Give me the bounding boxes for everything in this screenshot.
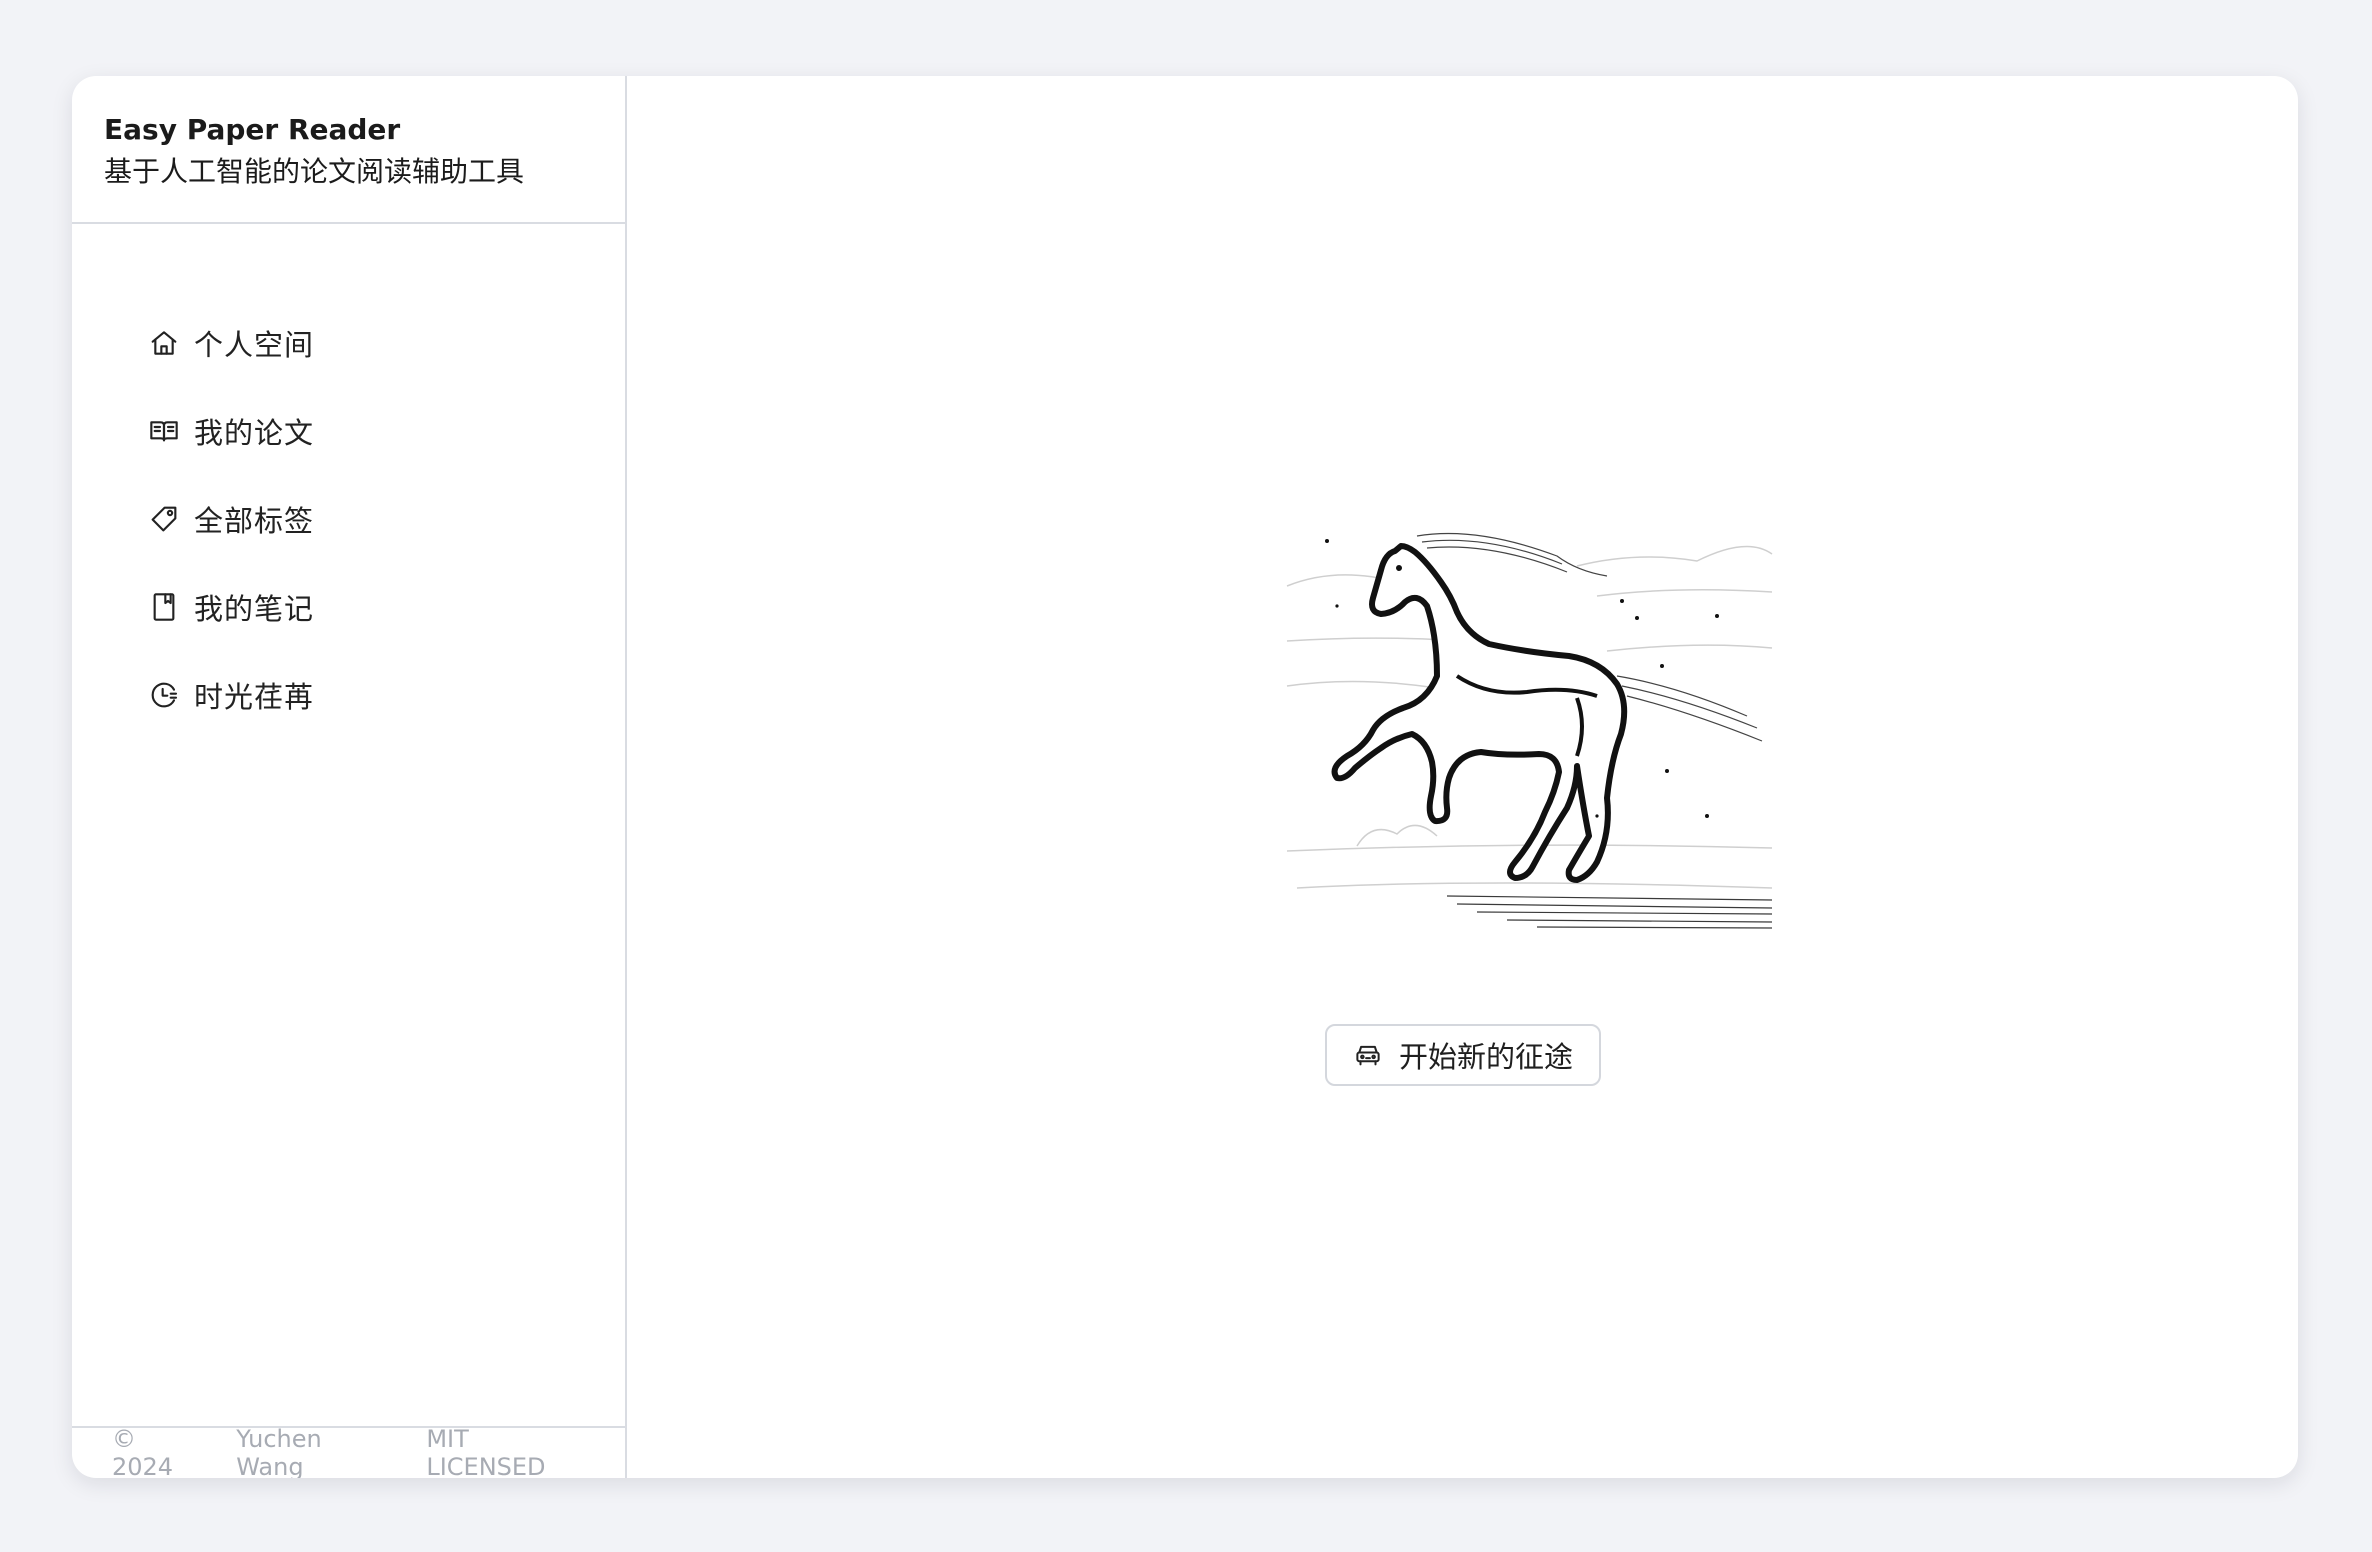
sidebar-item-personal-space[interactable]: 个人空间 [148, 299, 568, 387]
sidebar-item-history[interactable]: 时光荏苒 [148, 651, 568, 739]
sidebar-footer: © 2024 Yuchen Wang MIT LICENSED [72, 1425, 625, 1478]
home-icon [148, 327, 180, 359]
sidebar-item-all-tags[interactable]: 全部标签 [148, 475, 568, 563]
brand-header: Easy Paper Reader 基于人工智能的论文阅读辅助工具 [72, 76, 625, 224]
notebook-icon [148, 591, 180, 623]
footer-copyright: © 2024 [112, 1425, 174, 1478]
history-icon [148, 679, 180, 711]
sidebar-item-label: 个人空间 [194, 328, 315, 362]
book-icon [148, 415, 180, 447]
sidebar-item-label: 全部标签 [194, 504, 315, 538]
main-content: 开始新的征途 [627, 76, 2298, 1478]
sidebar-item-label: 我的论文 [194, 416, 315, 450]
sidebar-nav: 个人空间 我的论文 全部标签 我的笔记 时光荏苒 [148, 299, 568, 739]
app-window: Easy Paper Reader 基于人工智能的论文阅读辅助工具 个人空间 我… [72, 76, 2298, 1478]
footer-license: MIT LICENSED [426, 1425, 546, 1478]
sidebar-item-my-notes[interactable]: 我的笔记 [148, 563, 568, 651]
sidebar-item-label: 时光荏苒 [194, 680, 315, 714]
sidebar: Easy Paper Reader 基于人工智能的论文阅读辅助工具 个人空间 我… [72, 76, 627, 1478]
start-button-label: 开始新的征途 [1398, 1040, 1573, 1074]
app-subtitle: 基于人工智能的论文阅读辅助工具 [104, 155, 525, 188]
car-icon [1353, 1040, 1383, 1070]
footer-author: Yuchen Wang [236, 1425, 322, 1478]
app-title: Easy Paper Reader [104, 113, 401, 146]
sidebar-item-label: 我的笔记 [194, 592, 315, 626]
tag-icon [148, 503, 180, 535]
galloping-horse-illustration [1286, 532, 1773, 929]
sidebar-item-my-papers[interactable]: 我的论文 [148, 387, 568, 475]
start-new-journey-button[interactable]: 开始新的征途 [1325, 1024, 1601, 1086]
